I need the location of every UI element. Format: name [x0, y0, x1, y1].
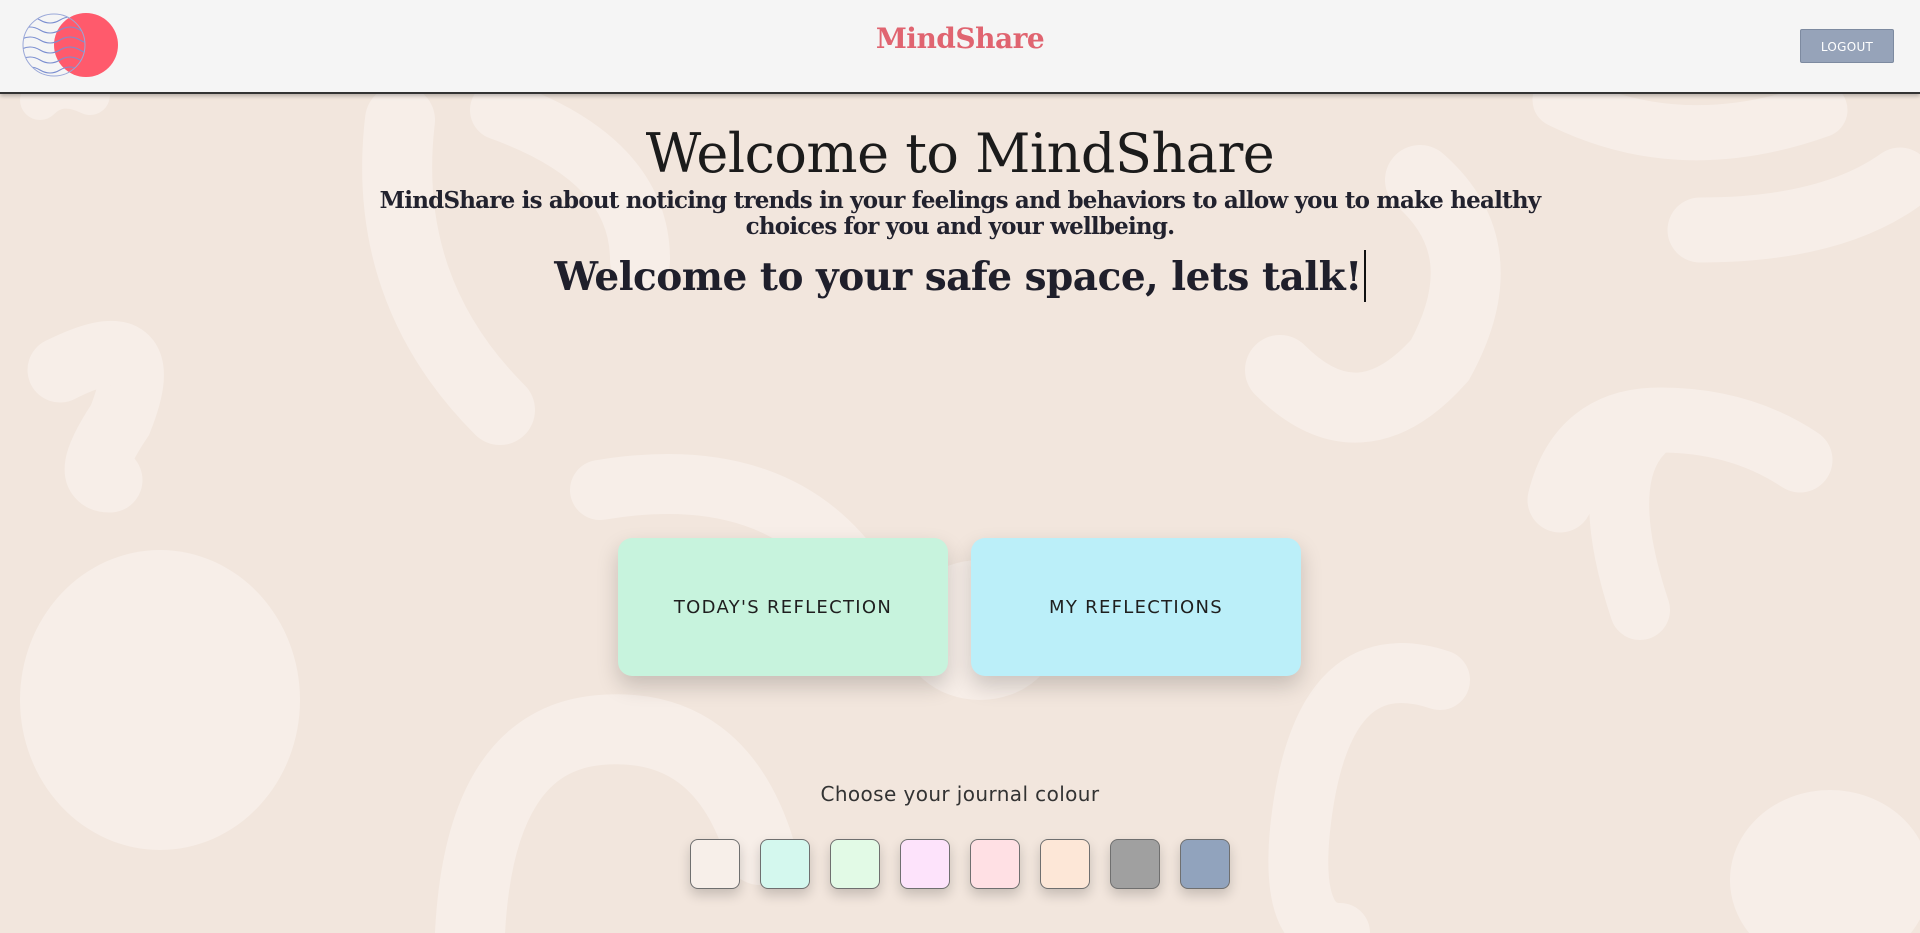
logout-button[interactable]: LOGOUT: [1800, 29, 1894, 63]
colour-swatch[interactable]: [760, 839, 810, 889]
page-title: Welcome to MindShare: [645, 122, 1275, 185]
top-navbar: MindShare LOGOUT: [0, 0, 1920, 94]
colour-swatch[interactable]: [690, 839, 740, 889]
journal-colour-picker: [690, 839, 1230, 889]
colour-swatch[interactable]: [1180, 839, 1230, 889]
my-reflections-button[interactable]: MY REFLECTIONS: [971, 538, 1301, 676]
text-cursor: [1363, 250, 1366, 302]
colour-swatch[interactable]: [900, 839, 950, 889]
my-reflections-label: MY REFLECTIONS: [1048, 596, 1223, 618]
journal-colour-label: Choose your journal colour: [820, 782, 1100, 806]
colour-swatch[interactable]: [1040, 839, 1090, 889]
todays-reflection-label: TODAY'S REFLECTION: [673, 596, 893, 618]
tagline-text: Welcome to your safe space, lets talk!: [554, 254, 1362, 300]
hero-section: Welcome to MindShare MindShare is about …: [0, 122, 1920, 304]
colour-swatch[interactable]: [830, 839, 880, 889]
brand-title: MindShare: [875, 22, 1045, 55]
colour-swatch[interactable]: [1110, 839, 1160, 889]
todays-reflection-button[interactable]: TODAY'S REFLECTION: [618, 538, 948, 676]
tagline-line: Welcome to your safe space, lets talk!: [0, 250, 1920, 304]
colour-swatch[interactable]: [970, 839, 1020, 889]
intro-text: MindShare is about noticing trends in yo…: [379, 187, 1542, 240]
